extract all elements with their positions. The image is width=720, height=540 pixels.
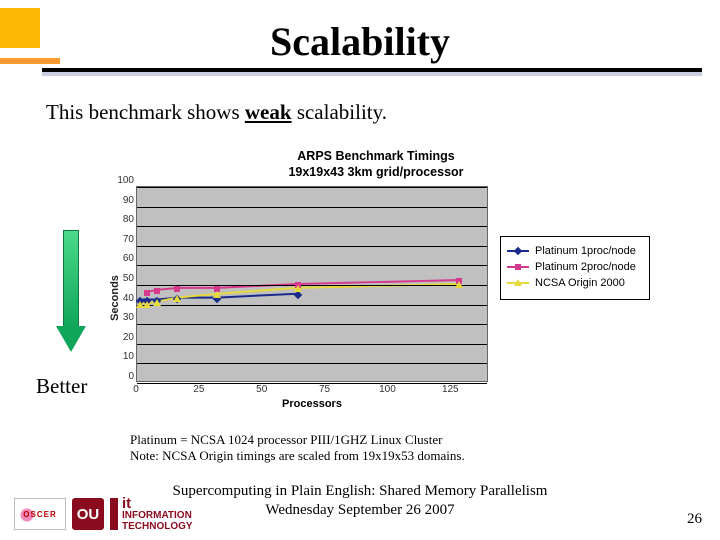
x-ticks: 0255075100125 [136, 384, 488, 398]
better-arrow-icon [58, 230, 84, 358]
slide-title: Scalability [0, 18, 720, 65]
page-number: 26 [687, 511, 702, 528]
x-axis-label: Processors [136, 398, 488, 410]
chart-title: ARPS Benchmark Timings 19x19x43 3km grid… [98, 148, 654, 181]
note-line: Note: NCSA Origin timings are scaled fro… [130, 448, 465, 464]
better-label: Better [36, 374, 87, 399]
ou-logo-icon: OU [72, 498, 104, 530]
title-rule-shadow [42, 72, 702, 76]
chart-legend: Platinum 1proc/node Platinum 2proc/node … [500, 236, 650, 300]
body-emph: weak [245, 100, 292, 124]
legend-label: Platinum 2proc/node [535, 261, 636, 273]
oscer-logo-icon: OSCER [14, 498, 66, 530]
chart: ARPS Benchmark Timings 19x19x43 3km grid… [98, 148, 654, 410]
body-suffix: scalability. [292, 100, 387, 124]
chart-lines [137, 187, 487, 381]
legend-item: Platinum 1proc/node [507, 245, 643, 257]
slide: Scalability This benchmark shows weak sc… [0, 0, 720, 540]
body-prefix: This benchmark shows [46, 100, 245, 124]
legend-item: Platinum 2proc/node [507, 261, 643, 273]
plot-wrap: Seconds 0102030405060708090100 025507510… [98, 186, 654, 410]
plot-area [136, 186, 488, 382]
note-line: Platinum = NCSA 1024 processor PIII/1GHZ… [130, 432, 465, 448]
chart-title-line2: 19x19x43 3km grid/processor [98, 164, 654, 180]
footer-logos: OSCER OU it INFORMATION TECHNOLOGY [14, 498, 194, 530]
legend-item: NCSA Origin 2000 [507, 277, 643, 289]
y-ticks: 0102030405060708090100 [112, 180, 134, 382]
legend-label: NCSA Origin 2000 [535, 277, 625, 289]
body-text: This benchmark shows weak scalability. [46, 100, 387, 125]
chart-title-line1: ARPS Benchmark Timings [98, 148, 654, 164]
chart-notes: Platinum = NCSA 1024 processor PIII/1GHZ… [130, 432, 465, 465]
it-logo-icon: it INFORMATION TECHNOLOGY [110, 498, 194, 530]
legend-label: Platinum 1proc/node [535, 245, 636, 257]
